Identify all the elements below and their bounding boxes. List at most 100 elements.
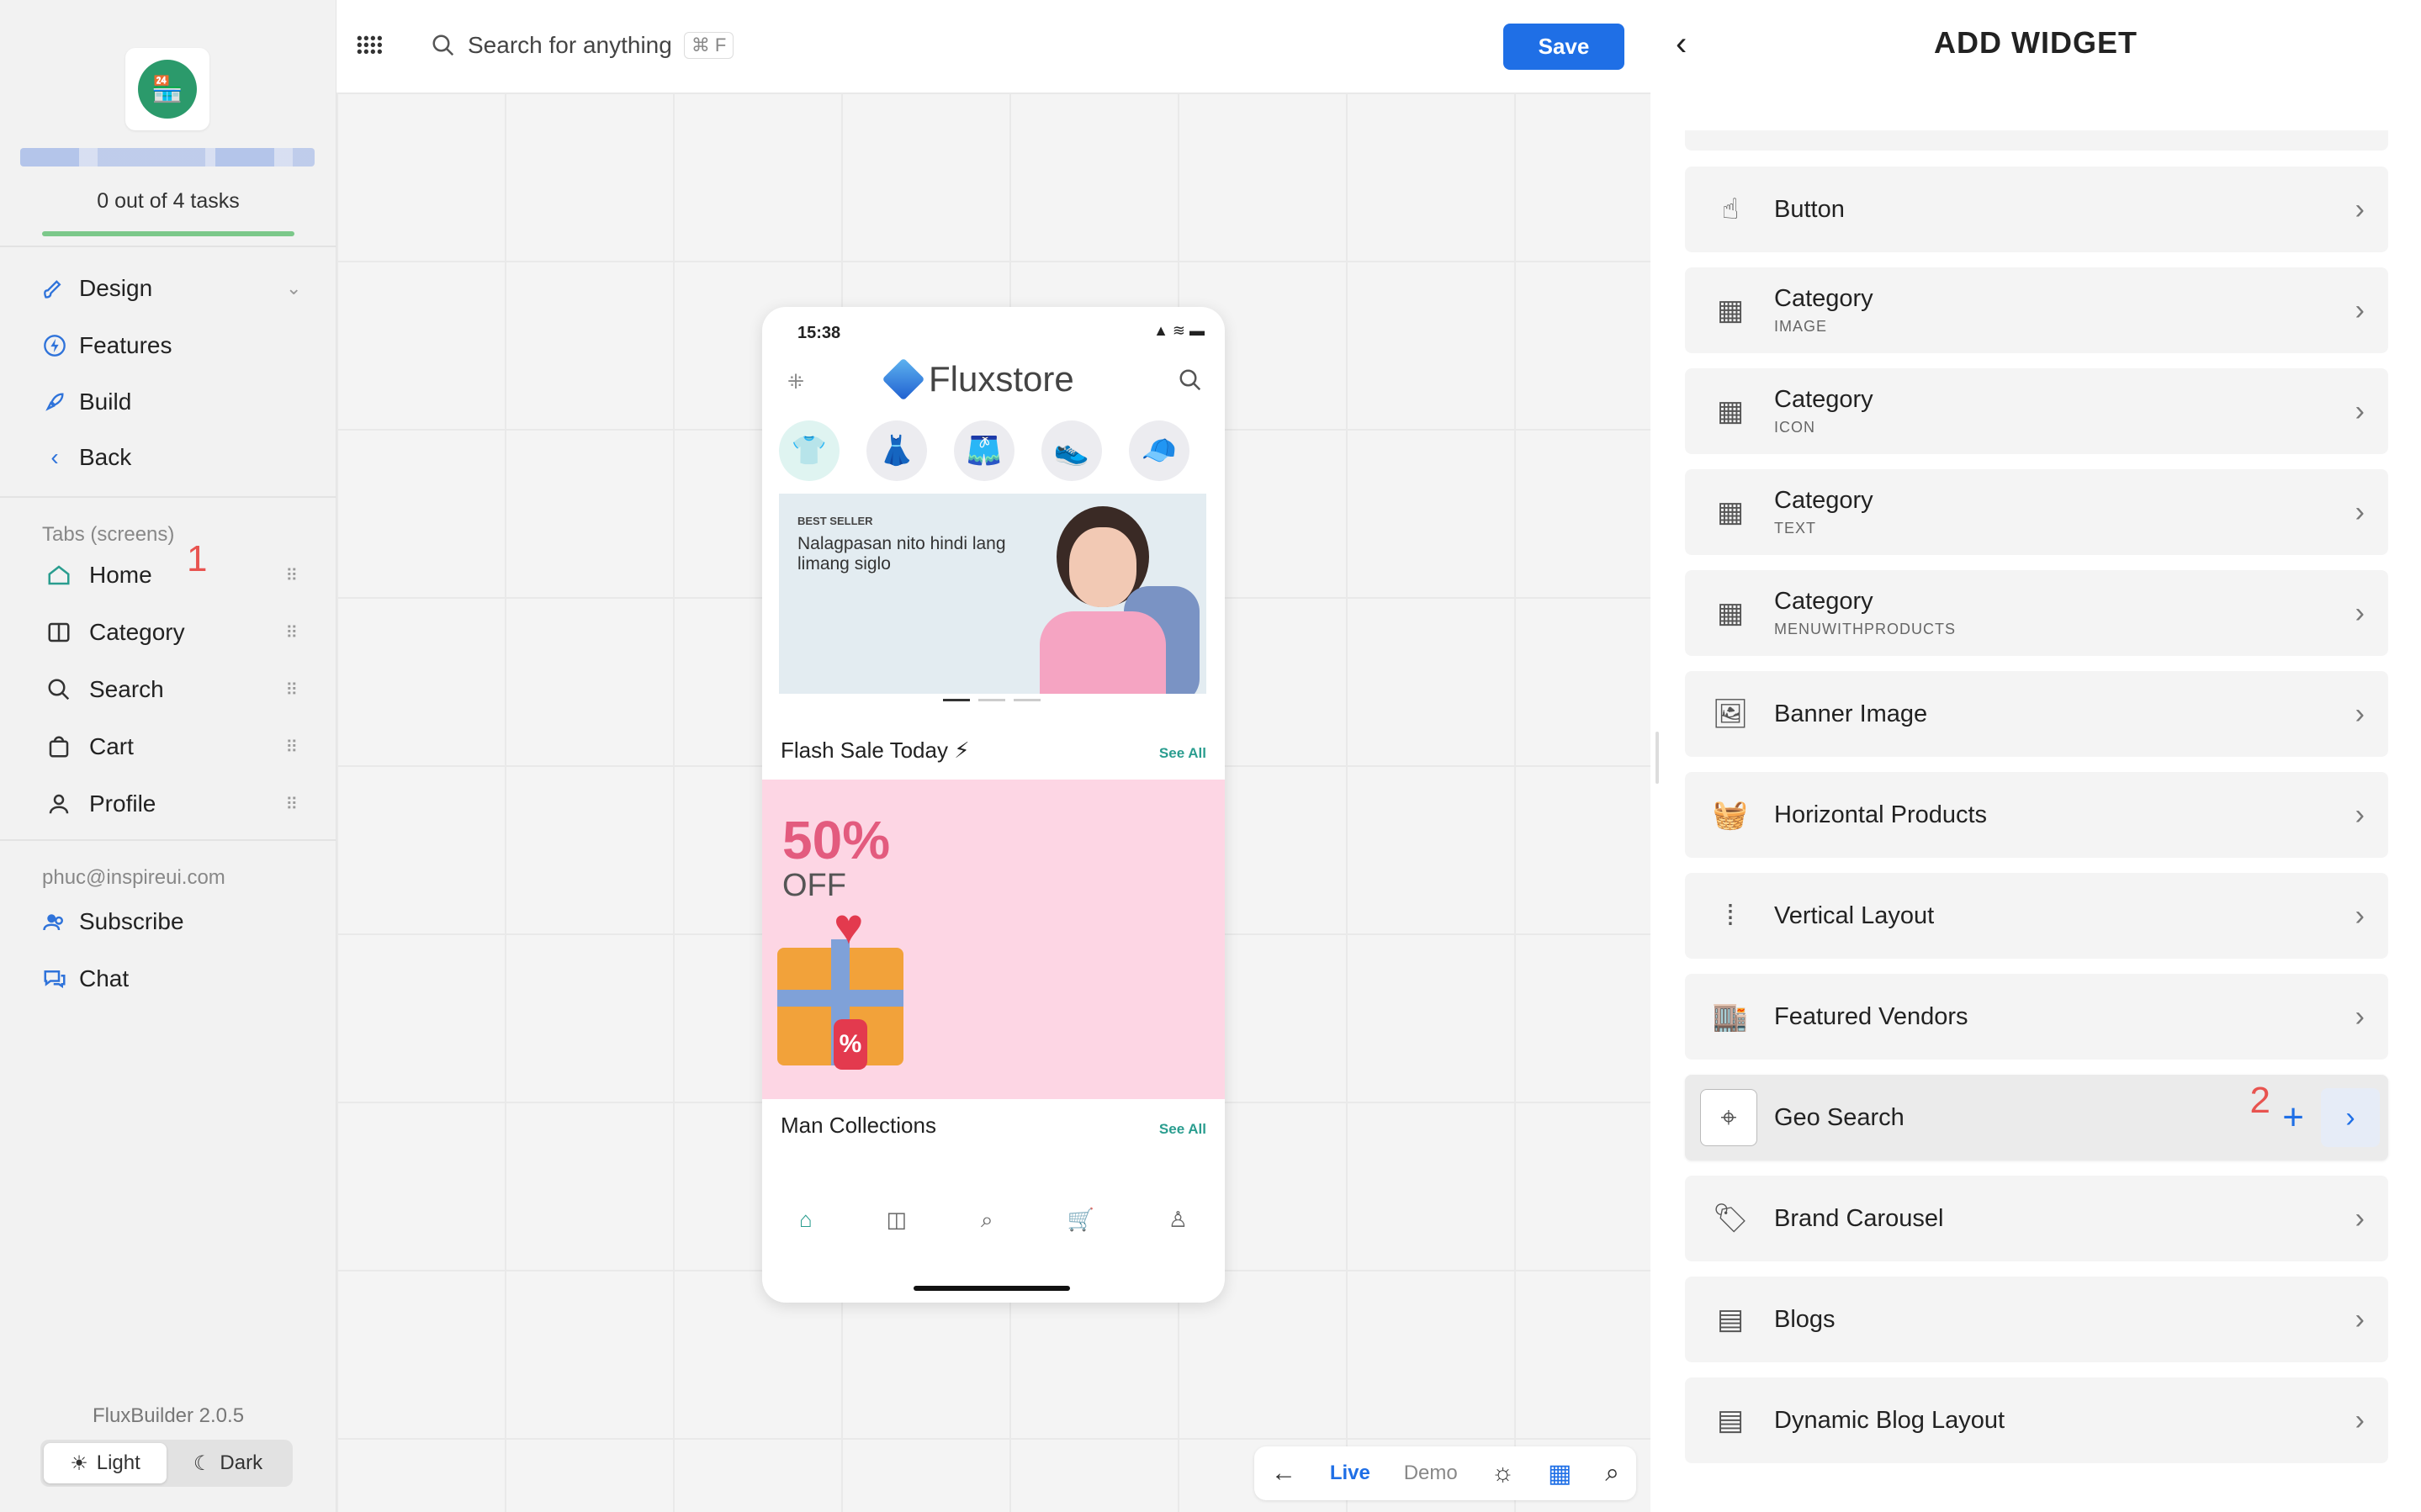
widget-item[interactable]: ▤ Blogs › — [1685, 1277, 2388, 1362]
chevron-right-icon[interactable]: › — [2355, 1001, 2365, 1034]
chevron-down-icon[interactable]: ⌄ — [286, 278, 301, 299]
tab-home[interactable]: Home ⠿ — [44, 560, 298, 590]
nav-features[interactable]: Features — [42, 332, 172, 359]
nav-back[interactable]: ‹ Back — [42, 444, 131, 471]
hand-pointer-icon: ☝ — [1721, 193, 1740, 225]
widget-name: Dynamic Blog Layout — [1774, 1406, 2005, 1434]
chevron-right-icon[interactable]: › — [2355, 395, 2365, 428]
theme-light-label: Light — [96, 1451, 140, 1474]
home-icon[interactable]: ⌂ — [799, 1207, 813, 1234]
hat-icon[interactable]: 🧢 — [1129, 420, 1189, 481]
basket-icon: 🧺 — [1712, 799, 1749, 831]
widget-item[interactable]: 🏬 Featured Vendors › — [1685, 974, 2388, 1060]
tab-profile[interactable]: Profile ⠿ — [44, 789, 298, 819]
zoom-icon[interactable]: ⌕ — [1605, 1459, 1619, 1488]
widget-item[interactable]: ⌖ Geo Search 2 + › — [1685, 1075, 2388, 1160]
hero-banner[interactable]: BEST SELLER Nalagpasan nito hindi lang l… — [779, 494, 1206, 694]
live-toggle[interactable]: Live — [1330, 1462, 1370, 1485]
add-widget-icon[interactable]: + — [2282, 1097, 2304, 1139]
tab-cart[interactable]: Cart ⠿ — [44, 732, 298, 762]
global-search[interactable]: Search for anything ⌘ F — [431, 32, 734, 59]
drag-handle-icon[interactable]: ⠿ — [285, 794, 298, 815]
chevron-right-icon[interactable]: › — [2355, 1203, 2365, 1235]
widget-text: Geo Search — [1774, 1104, 1904, 1132]
widget-subtitle: IMAGE — [1774, 318, 1828, 335]
demo-toggle[interactable]: Demo — [1404, 1462, 1458, 1485]
save-button[interactable]: Save — [1503, 24, 1624, 70]
chevron-right-icon[interactable]: › — [2355, 1303, 2365, 1336]
tabs-section-label: Tabs (screens) — [42, 523, 175, 546]
chevron-right-icon[interactable]: › — [2355, 597, 2365, 630]
sale-percent: 50% — [782, 810, 891, 870]
table-grid-icon[interactable]: ▦ — [1548, 1459, 1571, 1488]
chevron-right-icon[interactable]: › — [2355, 496, 2365, 529]
app-logo[interactable]: 🏪 — [125, 48, 209, 130]
drag-handle-icon[interactable]: ⠿ — [285, 737, 298, 758]
user-icon[interactable]: ♙ — [1168, 1207, 1188, 1234]
widget-name: Category — [1774, 386, 1873, 413]
search-icon[interactable]: ⌕ — [981, 1207, 993, 1234]
shoe-icon[interactable]: 👟 — [1041, 420, 1102, 481]
chevron-right-icon[interactable]: › — [2355, 193, 2365, 226]
search-icon[interactable] — [1178, 367, 1203, 393]
theme-light-button[interactable]: ☀ Light — [44, 1443, 167, 1483]
widget-text: Brand Carousel — [1774, 1205, 1944, 1233]
sun-icon: ☀ — [70, 1451, 88, 1475]
nav-design-label: Design — [79, 275, 153, 301]
drag-handle-icon[interactable]: ⠿ — [285, 622, 298, 643]
sale-banner[interactable]: 50% OFF ♥ % — [762, 780, 1225, 1099]
widget-item[interactable]: 🖼 Banner Image › — [1685, 671, 2388, 757]
search-icon — [432, 34, 454, 56]
menu-icon[interactable]: ⁜ — [787, 370, 804, 394]
widget-item[interactable]: 🏷 Brand Carousel › — [1685, 1176, 2388, 1261]
widget-item[interactable]: ▦ Category IMAGE › — [1685, 267, 2388, 353]
tab-search[interactable]: Search ⠿ — [44, 674, 298, 705]
sun-icon[interactable]: ☼ — [1491, 1459, 1515, 1488]
apps-grid-icon[interactable] — [355, 34, 382, 61]
chevron-right-icon[interactable]: › — [2321, 1088, 2380, 1147]
nav-design[interactable]: Design — [42, 275, 152, 302]
nav-build[interactable]: Build — [42, 389, 131, 415]
widget-item[interactable]: ▤ Dynamic Blog Layout › — [1685, 1377, 2388, 1463]
dress-icon[interactable]: 👗 — [866, 420, 927, 481]
resize-handle[interactable] — [1655, 732, 1659, 784]
widget-item[interactable]: ▦ Category TEXT › — [1685, 469, 2388, 555]
widget-name: Geo Search — [1774, 1103, 1904, 1131]
tab-cart-label: Cart — [89, 733, 134, 759]
nav-subscribe[interactable]: Subscribe — [42, 908, 184, 935]
chevron-right-icon[interactable]: › — [2355, 698, 2365, 731]
grid-icon: ▦ — [1716, 395, 1745, 427]
see-all-link[interactable]: See All — [1159, 745, 1206, 762]
panel-title: ADD WIDGET — [1934, 25, 2138, 60]
columns-icon[interactable]: ◫ — [887, 1207, 908, 1234]
status-icons: ▲ ≋ ▬ — [1153, 322, 1205, 339]
widget-item[interactable]: ☝ Button › — [1685, 167, 2388, 252]
shirt-icon[interactable]: 👕 — [779, 420, 840, 481]
phone-preview[interactable]: 15:38 ▲ ≋ ▬ ⁜ Fluxstore 👕 👗 🩳 👟 🧢 BEST S… — [762, 307, 1225, 1303]
widget-text: Vertical Layout — [1774, 902, 1934, 930]
phone-bottom-nav: ⌂ ◫ ⌕ 🛒 ♙ — [762, 1207, 1225, 1234]
widget-subtitle: MENUWITHPRODUCTS — [1774, 621, 1956, 637]
drag-handle-icon[interactable]: ⠿ — [285, 679, 298, 700]
see-all-link[interactable]: See All — [1159, 1121, 1206, 1138]
widget-item[interactable]: ▦ Category ICON › — [1685, 368, 2388, 454]
cart-icon[interactable]: 🛒 — [1067, 1207, 1094, 1234]
chevron-right-icon[interactable]: › — [2355, 1404, 2365, 1437]
theme-dark-button[interactable]: ☾ Dark — [167, 1443, 289, 1483]
tab-category[interactable]: Category ⠿ — [44, 617, 298, 648]
chevron-right-icon[interactable]: › — [2355, 799, 2365, 832]
arrow-left-icon[interactable]: ← — [1271, 1459, 1296, 1488]
theme-toggle[interactable]: ☀ Light ☾ Dark — [40, 1440, 293, 1487]
shorts-icon[interactable]: 🩳 — [954, 420, 1014, 481]
widget-item[interactable]: ⁞ Vertical Layout › — [1685, 873, 2388, 959]
widget-item[interactable]: ▦ Category MENUWITHPRODUCTS › — [1685, 570, 2388, 656]
widget-item[interactable]: 🧺 Horizontal Products › — [1685, 772, 2388, 858]
widget-text: Horizontal Products — [1774, 801, 1987, 829]
chevron-left-icon[interactable]: ‹ — [1676, 25, 1687, 63]
drag-handle-icon[interactable]: ⠿ — [285, 565, 298, 586]
home-indicator — [914, 1286, 1070, 1291]
chevron-right-icon[interactable]: › — [2355, 294, 2365, 327]
chevron-right-icon[interactable]: › — [2355, 900, 2365, 933]
nav-chat[interactable]: Chat — [42, 965, 129, 992]
brush-icon — [42, 276, 67, 301]
